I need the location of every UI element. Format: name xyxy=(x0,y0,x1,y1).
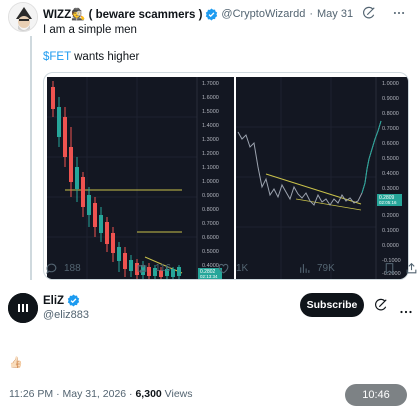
cashtag-link[interactable]: $FET xyxy=(43,51,71,63)
share-button[interactable] xyxy=(405,262,418,275)
reply-text-emoji: 👍🏻 xyxy=(9,357,23,369)
price-label: 0.8000 xyxy=(382,111,399,117)
verified-badge-icon xyxy=(205,8,218,21)
tweet-media[interactable]: 1.7000 1.6000 1.5000 1.4000 1.3000 1.200… xyxy=(43,72,409,280)
more-options-icon[interactable] xyxy=(392,6,406,25)
tweet-action-bar: 188 116 1K 79K xyxy=(43,262,418,278)
price-label: 1.0000 xyxy=(382,81,399,87)
tweet-text-line-1: I am a simple men xyxy=(43,24,137,36)
author-handle[interactable]: @CryptoWizardd xyxy=(221,8,305,20)
like-count: 1K xyxy=(236,263,249,274)
price-label: 1.7000 xyxy=(202,81,219,87)
separator-dot: · xyxy=(309,8,313,20)
reply-author-name[interactable]: EliZ xyxy=(43,295,64,307)
heart-icon xyxy=(218,263,229,274)
chart-image-left[interactable]: 1.7000 1.6000 1.5000 1.4000 1.3000 1.200… xyxy=(47,77,234,279)
price-label: 1.6000 xyxy=(202,95,219,101)
author-name[interactable]: WIZZ🕵 ( beware scammers ) xyxy=(43,7,202,21)
reply-author-avatar[interactable] xyxy=(8,293,38,323)
price-label: 0.0000 xyxy=(382,243,399,249)
price-label: 0.2000 xyxy=(382,213,399,219)
subscribe-button[interactable]: Subscribe xyxy=(300,293,364,317)
reply-author-header: EliZ xyxy=(43,294,83,307)
price-label: 0.9000 xyxy=(202,193,219,199)
status-clock: 10:46 xyxy=(345,384,407,406)
bookmark-button[interactable] xyxy=(383,262,396,275)
reply-author-handle[interactable]: @eliz883 xyxy=(43,309,89,321)
grok-icon[interactable] xyxy=(362,6,376,25)
tweet-text-rest: wants higher xyxy=(70,51,140,63)
reply-icon xyxy=(46,263,57,275)
share-icon xyxy=(406,262,417,274)
price-label: 1.2000 xyxy=(202,151,219,157)
views-count: 6,300 xyxy=(135,388,162,400)
price-label: 0.5000 xyxy=(382,156,399,162)
tweet-date[interactable]: May 31 xyxy=(317,8,353,20)
price-label: 0.9000 xyxy=(382,96,399,102)
tweet-timestamp[interactable]: 11:26 PM · May 31, 2026 xyxy=(9,388,126,400)
price-label: 1.3000 xyxy=(202,137,219,143)
price-label: 1.4000 xyxy=(202,123,219,129)
quoted-tweet[interactable]: WIZZ🕵 ( beware scammers ) @CryptoWizardd… xyxy=(8,0,418,290)
reply-button[interactable]: 188 xyxy=(45,262,81,275)
price-label: 0.6000 xyxy=(382,141,399,147)
bookmark-icon xyxy=(385,263,394,275)
price-label: 0.1000 xyxy=(382,228,399,234)
grok-icon[interactable] xyxy=(374,298,388,317)
repost-icon xyxy=(137,263,147,274)
price-label: 0.7000 xyxy=(382,126,399,132)
price-label: 0.3000 xyxy=(382,186,399,192)
price-label: 0.7000 xyxy=(202,221,219,227)
price-label: 0.6000 xyxy=(202,235,219,241)
price-label: 0.8000 xyxy=(202,207,219,213)
price-label: 1.5000 xyxy=(202,109,219,115)
views-count: 79K xyxy=(317,263,335,274)
views-label: Views xyxy=(164,388,193,400)
reply-count: 188 xyxy=(64,263,81,274)
price-label: 0.5000 xyxy=(202,249,219,255)
verified-badge-icon xyxy=(67,294,80,307)
author-avatar[interactable] xyxy=(8,2,38,32)
price-label: 0.4000 xyxy=(382,171,399,177)
tweet-header: WIZZ🕵 ( beware scammers ) @CryptoWizardd… xyxy=(43,7,353,21)
tweet-text-line-2: $FET wants higher xyxy=(43,51,139,63)
price-label: 1.1000 xyxy=(202,165,219,171)
views-button[interactable]: 79K xyxy=(298,262,335,275)
repost-count: 116 xyxy=(155,263,171,274)
chart-image-right[interactable]: 1.0000 0.9000 0.8000 0.7000 0.6000 0.500… xyxy=(236,77,408,279)
tweet-meta: 11:26 PM · May 31, 2026 · 6,300 Views xyxy=(9,388,193,400)
like-button[interactable]: 1K xyxy=(217,262,248,275)
more-options-icon[interactable] xyxy=(400,302,412,320)
current-time-tag: 02:05:16 xyxy=(379,200,397,205)
price-label: 1.0000 xyxy=(202,179,219,185)
thread-line xyxy=(30,36,32,280)
tweet-top-actions xyxy=(362,6,406,25)
repost-button[interactable]: 116 xyxy=(135,262,171,275)
views-chart-icon xyxy=(300,264,310,273)
